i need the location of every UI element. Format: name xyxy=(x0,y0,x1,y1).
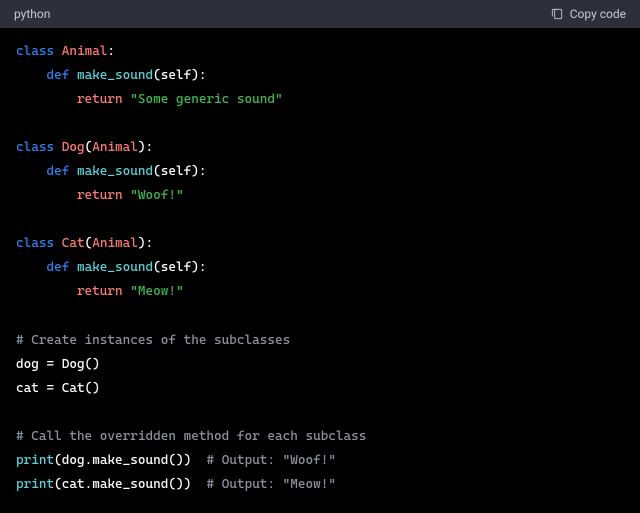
param-self: self xyxy=(161,68,191,83)
lparen: ( xyxy=(54,453,62,468)
base-animal: Animal xyxy=(92,140,138,155)
rparen: ) xyxy=(191,260,199,275)
method-make-sound: make_sound xyxy=(77,164,153,179)
call-dog: Dog xyxy=(62,357,85,372)
param-self: self xyxy=(161,164,191,179)
lparen: ( xyxy=(54,477,62,492)
colon: : xyxy=(199,68,207,83)
method-make-sound: make_sound xyxy=(77,68,153,83)
rparen: ) xyxy=(184,477,192,492)
var-dog: dog xyxy=(16,357,39,372)
rparen: ) xyxy=(138,140,146,155)
keyword-class: class xyxy=(16,236,54,251)
equals: = xyxy=(39,357,62,372)
rparen: ) xyxy=(176,477,184,492)
colon: : xyxy=(146,236,154,251)
clipboard-icon xyxy=(550,7,564,21)
fn-print: print xyxy=(16,477,54,492)
string-woof: "Woof!" xyxy=(130,188,183,203)
class-dog: Dog xyxy=(62,140,85,155)
var-cat: cat xyxy=(16,381,39,396)
keyword-return: return xyxy=(77,188,123,203)
colon: : xyxy=(107,44,115,59)
keyword-return: return xyxy=(77,284,123,299)
colon: : xyxy=(199,260,207,275)
rparen: ) xyxy=(176,453,184,468)
code-block-header: python Copy code xyxy=(0,0,640,28)
rparen: ) xyxy=(138,236,146,251)
keyword-class: class xyxy=(16,140,54,155)
lparen: ( xyxy=(153,164,161,179)
lparen: ( xyxy=(153,260,161,275)
copy-code-button[interactable]: Copy code xyxy=(550,7,626,21)
equals: = xyxy=(39,381,62,396)
fn-print: print xyxy=(16,453,54,468)
rparen: ) xyxy=(184,453,192,468)
rparen: ) xyxy=(191,68,199,83)
copy-code-label: Copy code xyxy=(570,7,626,21)
call-cat: Cat xyxy=(62,381,85,396)
comment-call-overridden: # Call the overridden method for each su… xyxy=(16,429,366,444)
method-ref: make_sound xyxy=(92,453,168,468)
comment-create-instances: # Create instances of the subclasses xyxy=(16,333,290,348)
class-animal: Animal xyxy=(62,44,108,59)
keyword-return: return xyxy=(77,92,123,107)
method-ref: make_sound xyxy=(92,477,168,492)
param-self: self xyxy=(161,260,191,275)
comment-output-woof: # Output: "Woof!" xyxy=(206,453,336,468)
ref-cat: cat xyxy=(62,477,85,492)
lparen: ( xyxy=(168,477,176,492)
colon: : xyxy=(199,164,207,179)
method-make-sound: make_sound xyxy=(77,260,153,275)
keyword-def: def xyxy=(46,68,69,83)
rparen: ) xyxy=(92,357,100,372)
ref-dog: dog xyxy=(62,453,85,468)
string-generic: "Some generic sound" xyxy=(130,92,282,107)
base-animal: Animal xyxy=(92,236,138,251)
code-content: class Animal: def make_sound(self): retu… xyxy=(0,28,640,509)
lparen: ( xyxy=(168,453,176,468)
string-meow: "Meow!" xyxy=(130,284,183,299)
rparen: ) xyxy=(92,381,100,396)
keyword-def: def xyxy=(46,260,69,275)
class-cat: Cat xyxy=(62,236,85,251)
keyword-def: def xyxy=(46,164,69,179)
lparen: ( xyxy=(153,68,161,83)
colon: : xyxy=(146,140,154,155)
language-label: python xyxy=(14,7,50,21)
comment-output-meow: # Output: "Meow!" xyxy=(206,477,336,492)
keyword-class: class xyxy=(16,44,54,59)
rparen: ) xyxy=(191,164,199,179)
